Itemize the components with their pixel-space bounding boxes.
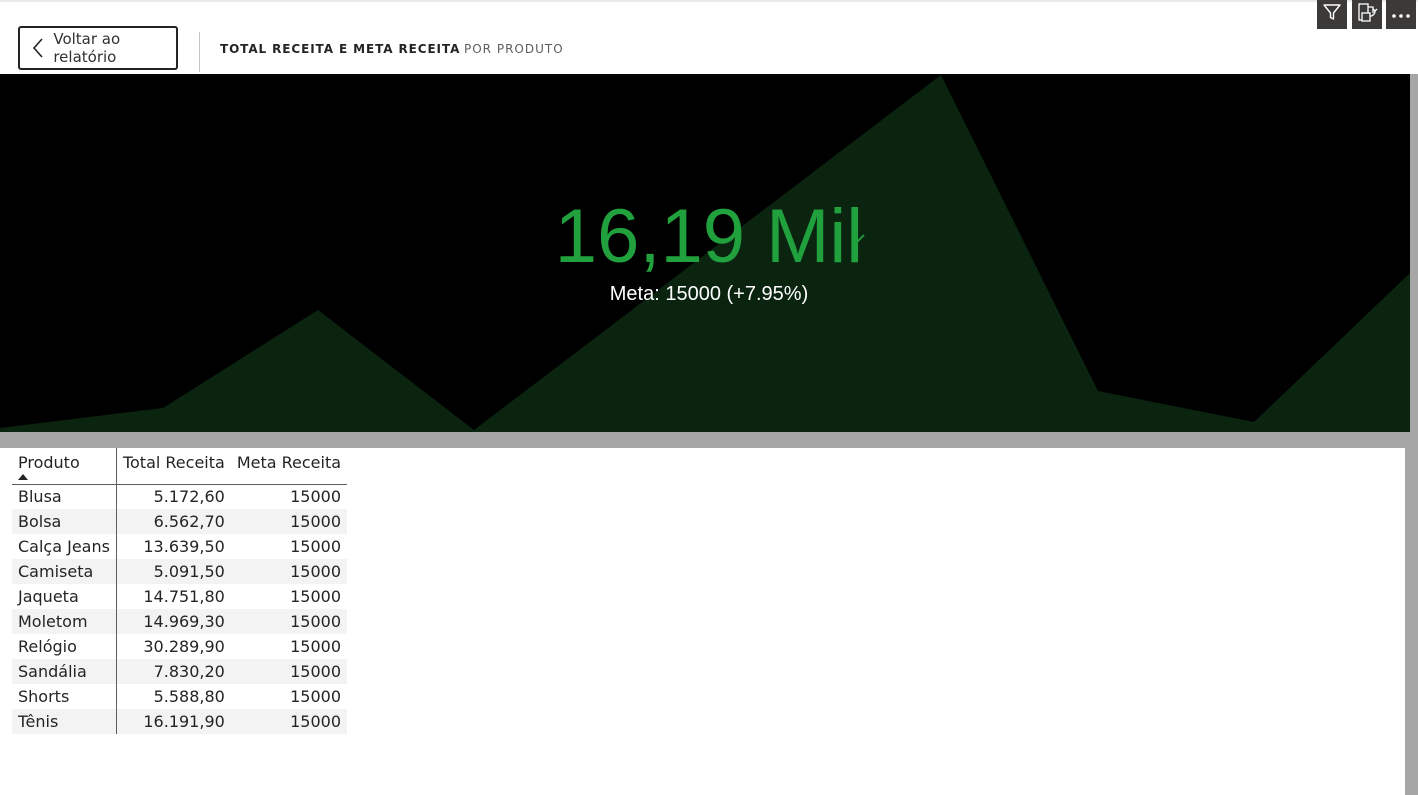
table-row[interactable]: Sandália 7.830,20 15000 bbox=[12, 659, 348, 684]
more-options-button[interactable] bbox=[1386, 0, 1416, 29]
table-row[interactable]: Blusa 5.172,60 15000 bbox=[12, 484, 347, 509]
table-row[interactable]: Camiseta 5.091,50 15000 bbox=[12, 559, 348, 584]
cell-produto: Bolsa bbox=[12, 509, 117, 534]
cell-meta-receita: 15000 bbox=[230, 559, 348, 584]
cell-meta-receita: 15000 bbox=[290, 637, 342, 656]
cell-total-receita: 5.091,50 bbox=[116, 559, 231, 584]
canvas-right-edge bbox=[1405, 432, 1418, 795]
table-row[interactable]: Calça Jeans 13.639,50 15000 bbox=[12, 534, 347, 559]
column-header-label: Meta Receita bbox=[236, 453, 342, 472]
table-row[interactable]: Relógio 30.289,90 15000 bbox=[12, 634, 347, 659]
cell-total-receita: 14.969,30 bbox=[116, 609, 231, 634]
cell-meta-receita: 15000 bbox=[290, 487, 342, 507]
cell-meta-receita: 15000 bbox=[230, 609, 348, 634]
table-visual[interactable]: Produto Total Receita Meta Receita Blusa… bbox=[12, 448, 1405, 795]
check-icon bbox=[850, 232, 866, 250]
cell-total-receita: 30.289,90 bbox=[143, 637, 225, 656]
cell-total-receita: 5.588,80 bbox=[153, 687, 225, 706]
column-header-meta-receita[interactable]: Meta Receita bbox=[230, 448, 348, 485]
breadcrumb-subtitle: POR PRODUTO bbox=[464, 42, 564, 56]
filter-icon bbox=[1322, 2, 1342, 27]
kpi-value: 16,19 Mil bbox=[554, 194, 864, 279]
cell-produto: Moletom bbox=[12, 609, 117, 634]
table-row[interactable]: Tênis 16.191,90 15000 bbox=[12, 709, 348, 734]
table-row[interactable]: Bolsa 6.562,70 15000 bbox=[12, 509, 348, 534]
drill-export-icon bbox=[1356, 1, 1378, 28]
header-separator bbox=[199, 32, 200, 72]
table-row[interactable]: Moletom 14.969,30 15000 bbox=[12, 609, 348, 634]
cell-total-receita: 13.639,50 bbox=[143, 537, 225, 556]
chevron-left-icon bbox=[24, 28, 51, 68]
cell-total-receita: 7.830,20 bbox=[116, 659, 231, 684]
kpi-goal-text: Meta: 15000 (+7.95%) bbox=[609, 283, 809, 305]
cell-total-receita: 5.172,60 bbox=[153, 487, 225, 507]
cell-produto: Relógio bbox=[12, 634, 117, 659]
kpi-right-edge bbox=[1410, 74, 1418, 432]
cell-produto: Shorts bbox=[12, 684, 117, 709]
cell-produto: Calça Jeans bbox=[12, 534, 117, 559]
column-header-label: Produto bbox=[18, 453, 80, 472]
cell-meta-receita: 15000 bbox=[230, 659, 348, 684]
report-page: Voltar ao relatório TOTAL RECEITA E META… bbox=[0, 0, 1418, 795]
column-header-produto[interactable]: Produto bbox=[12, 448, 117, 485]
cell-produto: Camiseta bbox=[12, 559, 117, 584]
cell-total-receita: 14.751,80 bbox=[143, 587, 225, 606]
column-header-label: Total Receita bbox=[122, 453, 225, 472]
cell-meta-receita: 15000 bbox=[290, 687, 342, 706]
cell-produto: Tênis bbox=[12, 709, 117, 734]
kpi-card[interactable]: 16,19 Mil Meta: 15000 (+7.95%) bbox=[0, 74, 1418, 432]
breadcrumb-title: TOTAL RECEITA E META RECEITA bbox=[220, 42, 461, 56]
back-to-report-button[interactable]: Voltar ao relatório bbox=[18, 26, 178, 70]
cell-total-receita: 6.562,70 bbox=[116, 509, 231, 534]
cell-produto: Sandália bbox=[12, 659, 117, 684]
drillthrough-header: Voltar ao relatório TOTAL RECEITA E META… bbox=[0, 2, 1418, 74]
cell-meta-receita: 15000 bbox=[290, 587, 342, 606]
cell-total-receita: 16.191,90 bbox=[116, 709, 231, 734]
sort-ascending-icon bbox=[18, 474, 28, 480]
cell-meta-receita: 15000 bbox=[290, 537, 342, 556]
column-header-total-receita[interactable]: Total Receita bbox=[116, 448, 231, 485]
product-table: Produto Total Receita Meta Receita Blusa… bbox=[12, 448, 348, 734]
more-options-icon bbox=[1391, 6, 1411, 24]
back-button-label: Voltar ao relatório bbox=[53, 30, 121, 66]
table-header-row: Produto Total Receita Meta Receita bbox=[12, 448, 348, 485]
cell-produto: Blusa bbox=[12, 484, 117, 509]
table-row[interactable]: Shorts 5.588,80 15000 bbox=[12, 684, 347, 709]
drill-export-button[interactable] bbox=[1352, 0, 1382, 29]
cell-produto: Jaqueta bbox=[12, 584, 117, 609]
cell-meta-receita: 15000 bbox=[230, 709, 348, 734]
cell-meta-receita: 15000 bbox=[230, 509, 348, 534]
filter-button[interactable] bbox=[1317, 0, 1347, 29]
table-row[interactable]: Jaqueta 14.751,80 15000 bbox=[12, 584, 347, 609]
visual-separator-band bbox=[0, 432, 1418, 448]
